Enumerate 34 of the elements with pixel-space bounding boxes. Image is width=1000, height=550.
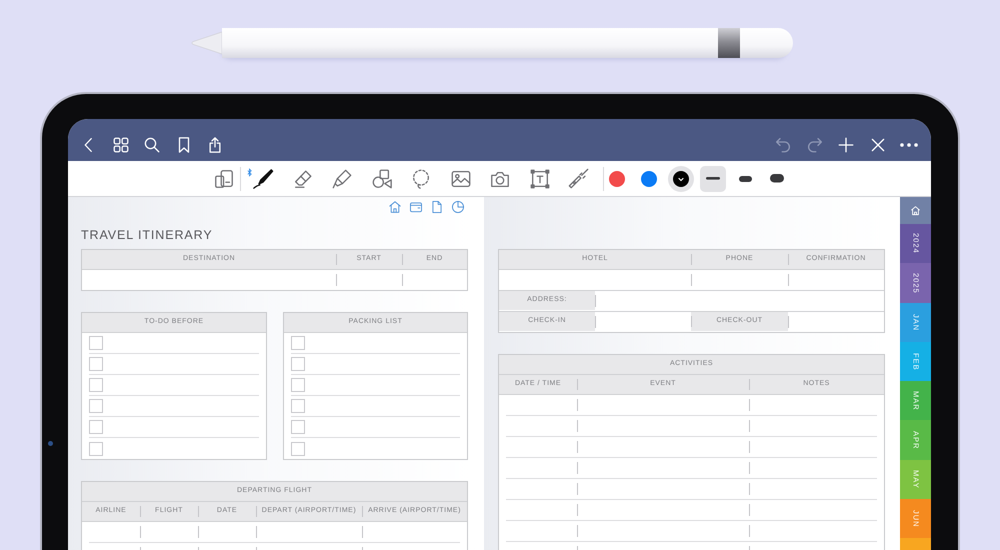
checkbox[interactable] — [291, 420, 305, 434]
checkbox[interactable] — [89, 336, 103, 350]
highlighter-icon[interactable] — [331, 168, 353, 190]
more-icon[interactable] — [900, 143, 918, 147]
checkbox[interactable] — [291, 442, 305, 456]
checkbox[interactable] — [291, 378, 305, 392]
checkbox[interactable] — [291, 357, 305, 371]
page-title: TRAVEL ITINERARY — [81, 227, 213, 243]
grid-icon[interactable] — [112, 136, 130, 154]
checkbox[interactable] — [291, 399, 305, 413]
search-icon[interactable] — [143, 136, 161, 154]
camera-lens-icon — [48, 440, 52, 446]
pie-chart-icon[interactable] — [451, 200, 465, 214]
color-swatch[interactable] — [668, 166, 694, 192]
home-icon — [910, 205, 921, 216]
stroke-width-button[interactable] — [700, 166, 726, 192]
bluetooth-icon — [247, 168, 252, 177]
shapes-icon[interactable] — [370, 168, 392, 190]
pen-icon[interactable] — [252, 168, 274, 190]
home-icon[interactable] — [388, 200, 402, 214]
checkbox[interactable] — [89, 399, 103, 413]
lasso-icon[interactable] — [410, 168, 432, 190]
plus-icon[interactable] — [837, 136, 855, 154]
checkbox[interactable] — [89, 420, 103, 434]
checkbox[interactable] — [89, 442, 103, 456]
text-box-icon[interactable] — [528, 168, 550, 190]
page-icon[interactable] — [430, 200, 444, 214]
laser-pointer-icon[interactable] — [568, 168, 590, 190]
home-tab[interactable] — [900, 197, 931, 224]
checkbox[interactable] — [89, 378, 103, 392]
checkbox[interactable] — [291, 336, 305, 350]
notebook-icon[interactable] — [409, 200, 423, 214]
pages-icon[interactable] — [213, 168, 235, 190]
checkbox[interactable] — [89, 357, 103, 371]
